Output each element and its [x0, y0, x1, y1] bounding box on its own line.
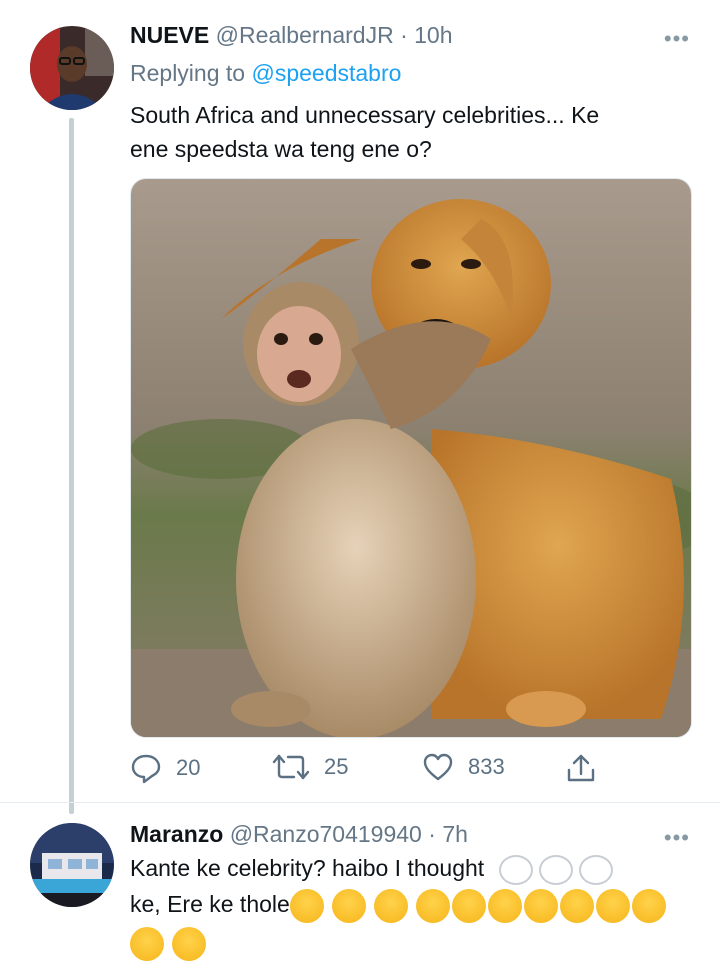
reply-button[interactable]: 20 [130, 752, 200, 784]
separator-dot: · [428, 821, 436, 847]
like-count: 833 [468, 754, 505, 779]
timestamp[interactable]: 10h [414, 22, 452, 48]
laughing-face-icon [487, 888, 522, 923]
laughing-face-icon [523, 888, 558, 923]
laughing-face-icon [559, 888, 594, 923]
more-options-icon[interactable]: ••• [664, 825, 690, 851]
tweet-text-line: South Africa and unnecessary celebrities… [130, 102, 600, 128]
display-name[interactable]: NUEVE [130, 22, 209, 48]
replying-to: Replying to @speedstabro [130, 60, 401, 87]
laughing-face-icon [631, 888, 666, 923]
reply-count: 20 [176, 755, 201, 780]
tweet-text-segment: Kante ke celebrity? haibo I thought [130, 855, 485, 881]
user-handle[interactable]: @Ranzo70419940 [230, 821, 422, 847]
heart-icon [423, 753, 453, 781]
separator-dot: · [400, 22, 408, 48]
avatar[interactable] [30, 823, 114, 907]
tweet-text-segment: ke, Ere ke thole [130, 891, 290, 917]
thought-bubble-icon [578, 854, 613, 885]
replying-to-handle-link[interactable]: @speedstabro [251, 60, 401, 86]
laughing-face-icon [595, 888, 630, 923]
tweet-text: Kante ke celebrity? haibo I thought ke, … [130, 851, 710, 961]
user-handle[interactable]: @RealbernardJR [216, 22, 394, 48]
laughing-face-icon [451, 888, 486, 923]
thought-bubble-icon [498, 854, 533, 885]
retweet-button[interactable]: 25 [272, 752, 348, 782]
replying-to-label: Replying to [130, 60, 252, 86]
retweet-icon [272, 754, 310, 780]
tweet-nueve[interactable]: NUEVE @RealbernardJR · 10h ••• Replying … [0, 0, 720, 800]
display-name[interactable]: Maranzo [130, 821, 223, 847]
tweet-header: NUEVE @RealbernardJR · 10h [130, 22, 453, 49]
timestamp[interactable]: 7h [442, 821, 468, 847]
retweet-count: 25 [324, 754, 349, 779]
heart-eyes-face-icon [130, 926, 164, 961]
tweet-text-line: ene speedsta wa teng ene o? [130, 136, 432, 162]
reply-icon [131, 754, 161, 784]
crying-face-icon [289, 888, 324, 923]
thought-bubble-icon [538, 854, 573, 885]
tweet-actions: 20 25 833 [130, 752, 690, 786]
like-button[interactable]: 833 [422, 752, 505, 782]
more-options-icon[interactable]: ••• [664, 26, 690, 52]
tweet-text-line: ke, Ere ke thole [130, 887, 710, 923]
tweet-header: Maranzo @Ranzo70419940 · 7h [130, 821, 468, 848]
tweet-text-line: Kante ke celebrity? haibo I thought [130, 851, 710, 885]
crying-face-icon [331, 888, 366, 923]
heart-eyes-face-icon [172, 926, 206, 961]
avatar[interactable] [30, 26, 114, 110]
tweet-maranzo[interactable]: Maranzo @Ranzo70419940 · 7h ••• Kante ke… [0, 803, 720, 961]
tweet-text: South Africa and unnecessary celebrities… [130, 98, 690, 166]
tweet-media-photo[interactable] [130, 178, 692, 738]
tweet-text-line [130, 925, 710, 961]
share-button[interactable] [566, 752, 610, 784]
laughing-face-icon [415, 888, 450, 923]
share-icon [567, 754, 595, 782]
crying-face-icon [373, 888, 408, 923]
